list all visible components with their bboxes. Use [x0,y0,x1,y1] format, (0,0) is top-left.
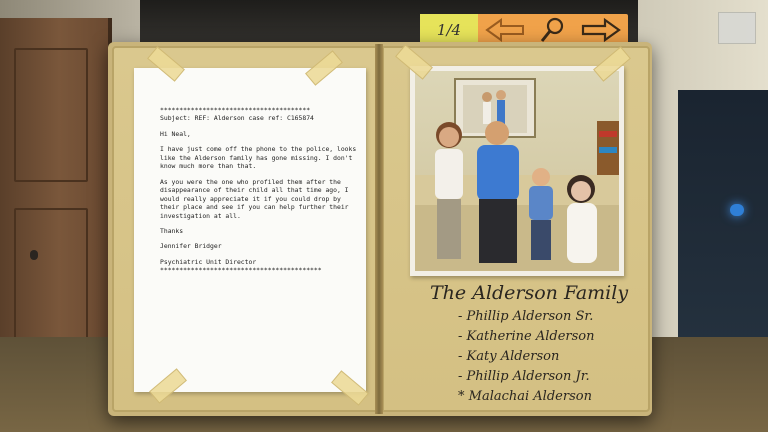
letter-signature: Jennifer Bridger [160,242,222,251]
arrow-right-icon [581,18,621,42]
family-member: * Malachai Alderson [458,389,592,404]
book-spine [375,44,383,414]
letter-subject: Subject: REF: Alderson case ref: C165874 [160,114,314,123]
right-doorway [678,90,768,340]
door-knob [30,250,38,260]
letter-role: Psychiatric Unit Director [160,257,257,266]
family-member: - Katherine Alderson [458,329,595,344]
letter-paragraph: As you were the one who profiled them af… [160,177,349,220]
family-photo-image [415,71,619,271]
family-member: - Phillip Alderson Jr. [458,369,590,384]
blue-light [730,204,744,216]
door-panel [14,48,88,182]
letter-divider-top: *************************************** [160,106,311,114]
family-photo [410,66,624,276]
family-member: - Phillip Alderson Sr. [458,309,594,324]
arrow-left-icon [485,18,524,42]
family-title: The Alderson Family [430,282,629,304]
letter-paragraph: I have just come off the phone to the po… [160,145,357,171]
family-member: - Katy Alderson [458,349,560,364]
letter-greeting: Hi Neal, [160,129,191,138]
police-letter: *************************************** … [134,68,366,392]
magnifier-icon [540,17,564,42]
letter-signoff: Thanks [160,226,184,235]
letter-divider-bottom: ****************************************… [160,266,322,275]
corner-menu-button[interactable] [718,12,756,44]
